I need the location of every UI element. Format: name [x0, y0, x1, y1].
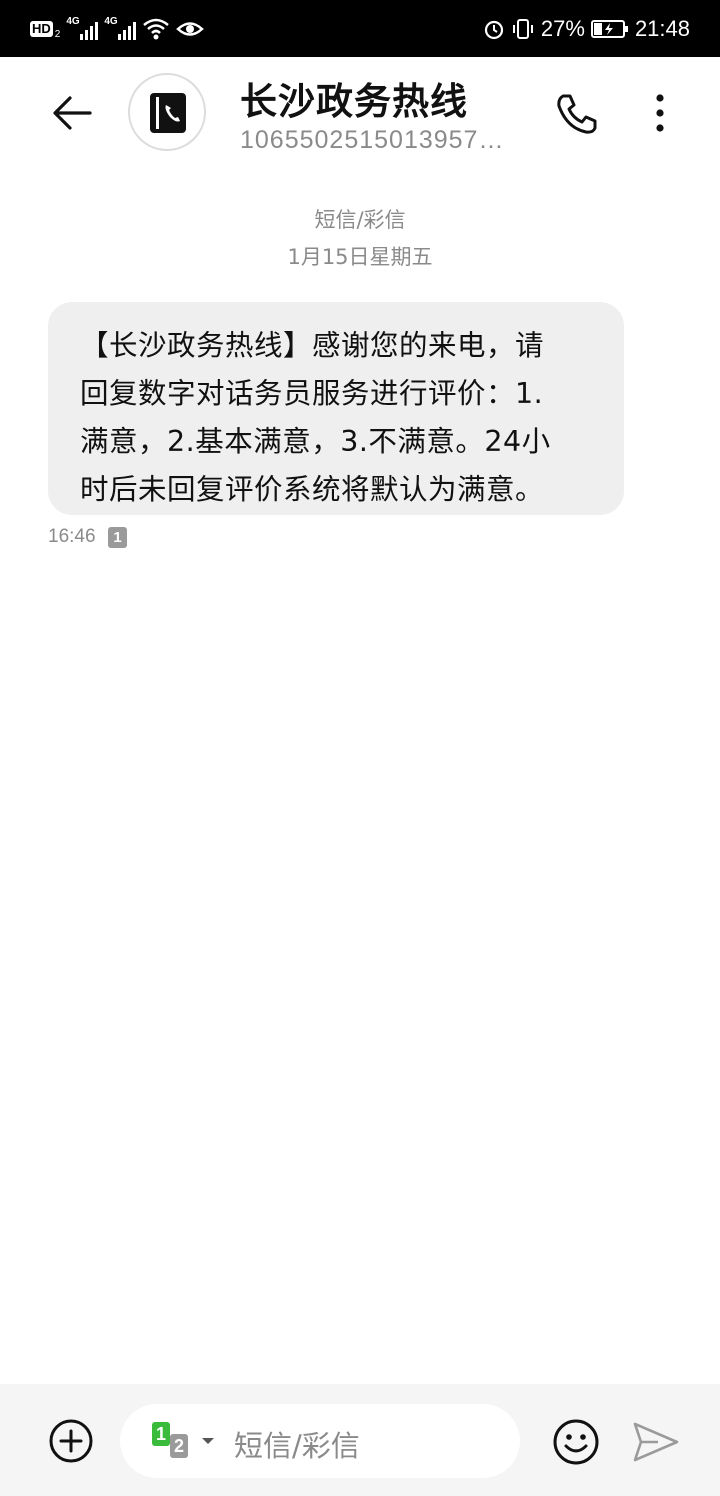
clock: 21:48: [634, 16, 690, 41]
contact-name: 长沙政务热线: [240, 80, 468, 123]
back-arrow-icon[interactable]: [48, 89, 96, 137]
avatar[interactable]: [128, 73, 206, 151]
alarm-icon: [484, 20, 503, 40]
sim-1-badge: 1: [152, 1422, 170, 1446]
message-line: 回复数字对话务员服务进行评价：1.: [80, 377, 544, 410]
plus-circle-icon[interactable]: [48, 1418, 94, 1464]
send-icon[interactable]: [632, 1420, 680, 1464]
message-line: 满意，2.基本满意，3.不满意。24小: [80, 425, 551, 458]
network-type-label: 4G: [66, 16, 80, 27]
eye-icon: [176, 22, 205, 36]
message-time: 16:46: [48, 526, 96, 547]
channel-label: 短信/彩信: [314, 208, 406, 232]
composer-bar: 1 2 短信/彩信: [0, 1384, 720, 1496]
battery-icon: [590, 20, 628, 38]
status-right: 27% 21:48: [483, 14, 690, 44]
signal-icon: 4G: [104, 16, 137, 40]
status-left: HD 2 4G 4G: [30, 14, 205, 44]
status-bar: HD 2 4G 4G 27% 21:48: [0, 0, 720, 57]
hd-sim-index: 2: [54, 28, 61, 40]
hd-icon: HD: [30, 21, 53, 37]
sim-2-badge: 2: [170, 1434, 188, 1458]
battery-percent: 27%: [540, 16, 585, 41]
sim-badge: 1: [108, 527, 127, 548]
message-input-placeholder: 短信/彩信: [234, 1429, 360, 1463]
call-icon[interactable]: [553, 90, 601, 138]
emoji-icon[interactable]: [552, 1418, 600, 1466]
message-line: 时后未回复评价系统将默认为满意。: [80, 473, 545, 506]
wifi-icon: [143, 18, 170, 40]
message-bubble[interactable]: 【长沙政务热线】感谢您的来电，请 回复数字对话务员服务进行评价：1. 满意，2.…: [48, 302, 624, 515]
message-line: 【长沙政务热线】感谢您的来电，请: [80, 329, 545, 362]
signal-icon: 4G: [66, 16, 99, 40]
network-type-label: 4G: [104, 16, 118, 27]
more-vertical-icon[interactable]: [648, 90, 672, 138]
contact-number: 1065502515013957…: [240, 126, 505, 154]
contact-phone-icon: [150, 93, 186, 133]
message-input[interactable]: 1 2 短信/彩信: [120, 1404, 520, 1478]
vibrate-icon: [512, 19, 533, 39]
chevron-down-icon: [202, 1438, 214, 1444]
sim-select-icon[interactable]: 1 2: [152, 1422, 222, 1462]
date-separator: 1月15日星期五: [287, 245, 433, 269]
